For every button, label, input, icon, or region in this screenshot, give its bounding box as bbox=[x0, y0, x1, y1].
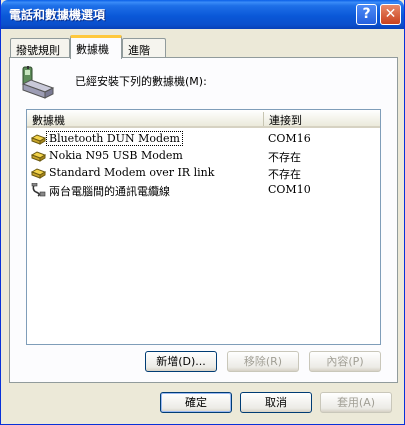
table-row[interactable]: Nokia N95 USB Modem 不存在 bbox=[31, 148, 376, 164]
modem-port: 不存在 bbox=[268, 168, 301, 181]
close-button[interactable]: ✕ bbox=[380, 4, 401, 25]
properties-button[interactable]: 內容(P) bbox=[309, 351, 381, 372]
list-header: 數據機 連接到 bbox=[27, 110, 380, 128]
column-header-modem[interactable]: 數據機 bbox=[32, 112, 65, 128]
modem-name: 兩台電腦間的通訊電纜線 bbox=[49, 185, 170, 198]
column-separator bbox=[263, 112, 264, 126]
modem-name: Bluetooth DUN Modem bbox=[46, 131, 183, 146]
dialog-window: 電話和數據機選項 ? ✕ 撥號規則 數據機 進階 已經安裝下列的數據機(M): … bbox=[0, 0, 405, 425]
apply-button[interactable]: 套用(A) bbox=[320, 392, 392, 413]
modem-name: Standard Modem over IR link bbox=[49, 166, 215, 179]
modem-list[interactable]: 數據機 連接到 Bluetooth DUN Modem COM16 Nokia … bbox=[26, 109, 381, 345]
add-button[interactable]: 新增(D)... bbox=[145, 351, 217, 372]
cable-icon bbox=[31, 183, 46, 197]
help-button[interactable]: ? bbox=[356, 4, 377, 25]
modem-port: 不存在 bbox=[268, 151, 301, 164]
table-row[interactable]: 兩台電腦間的通訊電纜線 COM10 bbox=[31, 182, 376, 198]
window-title: 電話和數據機選項 bbox=[9, 8, 106, 22]
phone-modem-icon bbox=[21, 66, 55, 99]
modem-icon bbox=[31, 134, 46, 145]
modem-icon bbox=[31, 151, 46, 162]
modem-port: COM16 bbox=[268, 132, 311, 145]
modem-name: Nokia N95 USB Modem bbox=[49, 149, 183, 162]
title-bar[interactable]: 電話和數據機選項 ? ✕ bbox=[1, 0, 404, 29]
cancel-button[interactable]: 取消 bbox=[240, 392, 312, 413]
modem-icon bbox=[31, 168, 46, 179]
ok-button[interactable]: 確定 bbox=[160, 392, 232, 413]
table-row[interactable]: Standard Modem over IR link 不存在 bbox=[31, 165, 376, 181]
tab-dialing-rules[interactable]: 撥號規則 bbox=[10, 38, 70, 58]
modem-port: COM10 bbox=[268, 183, 311, 196]
column-header-port[interactable]: 連接到 bbox=[269, 112, 302, 128]
table-row[interactable]: Bluetooth DUN Modem COM16 bbox=[31, 131, 376, 147]
tab-modems[interactable]: 數據機 bbox=[70, 35, 122, 59]
tab-advanced[interactable]: 進階 bbox=[122, 38, 166, 58]
remove-button[interactable]: 移除(R) bbox=[227, 351, 299, 372]
installed-modems-label: 已經安裝下列的數據機(M): bbox=[75, 75, 207, 88]
